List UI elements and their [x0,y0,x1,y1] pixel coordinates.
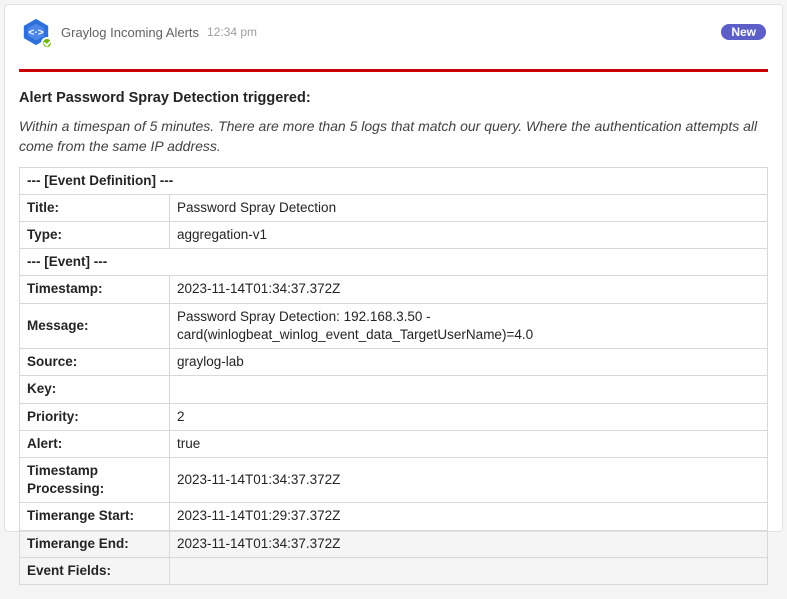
new-badge: New [721,24,766,40]
row-eventfields-value [170,557,768,584]
row-source-label: Source: [20,349,170,376]
row-type-value: aggregation-v1 [170,222,768,249]
row-key-label: Key: [20,376,170,403]
svg-text:<·>: <·> [28,27,43,38]
sender-name[interactable]: Graylog Incoming Alerts [61,25,199,40]
alert-heading: Alert Password Spray Detection triggered… [19,90,768,106]
row-trend-label: Timerange End: [20,530,170,557]
section-event-definition: --- [Event Definition] --- [20,167,768,194]
row-alert-value: true [170,430,768,457]
row-trstart-label: Timerange Start: [20,503,170,530]
section-event: --- [Event] --- [20,249,768,276]
row-title-value: Password Spray Detection [170,194,768,221]
row-priority-value: 2 [170,403,768,430]
presence-available-icon [41,37,53,49]
row-type-label: Type: [20,222,170,249]
row-key-value [170,376,768,403]
row-timestamp-label: Timestamp: [20,276,170,303]
row-title-label: Title: [20,194,170,221]
row-timestamp-value: 2023-11-14T01:34:37.372Z [170,276,768,303]
graylog-app-icon: <·> [21,17,51,47]
row-source-value: graylog-lab [170,349,768,376]
alert-card: <·> Graylog Incoming Alerts 12:34 pm New… [4,4,783,532]
message-timestamp: 12:34 pm [207,25,257,39]
row-priority-label: Priority: [20,403,170,430]
row-tsproc-value: 2023-11-14T01:34:37.372Z [170,458,768,503]
row-tsproc-label: Timestamp Processing: [20,458,170,503]
card-header: <·> Graylog Incoming Alerts 12:34 pm New [5,5,782,57]
row-trend-value: 2023-11-14T01:34:37.372Z [170,530,768,557]
row-trstart-value: 2023-11-14T01:29:37.372Z [170,503,768,530]
row-eventfields-label: Event Fields: [20,557,170,584]
row-message-label: Message: [20,303,170,348]
alert-description: Within a timespan of 5 minutes. There ar… [19,116,768,157]
event-details-table: --- [Event Definition] --- Title: Passwo… [19,167,768,586]
row-alert-label: Alert: [20,430,170,457]
row-message-value: Password Spray Detection: 192.168.3.50 -… [170,303,768,348]
card-body: Alert Password Spray Detection triggered… [5,72,782,599]
